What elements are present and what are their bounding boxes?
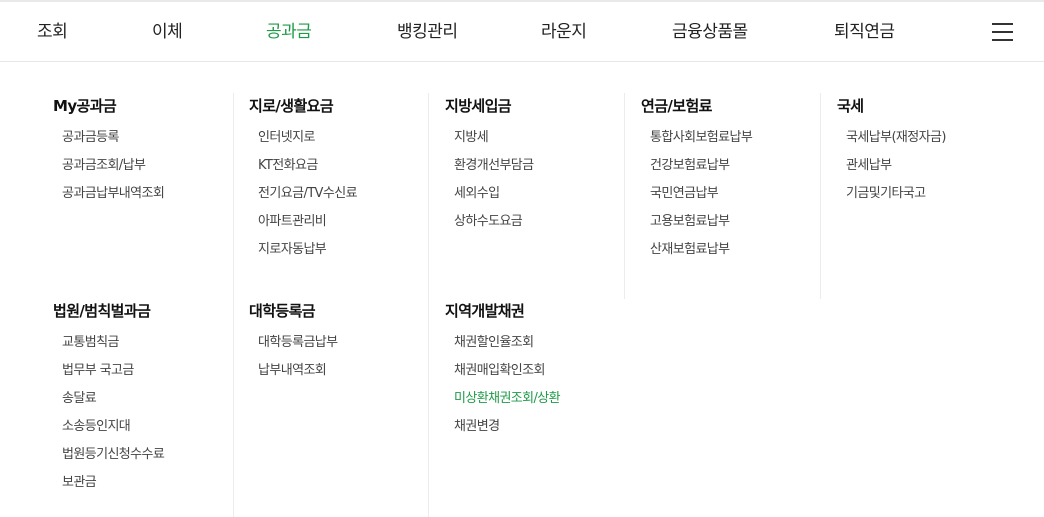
menu-group-title: 지역개발채권 xyxy=(445,302,525,320)
menu-group-title: 지방세입금 xyxy=(445,97,512,115)
menu-group-giro-living-fees: 지로/생활요금 인터넷지로 KT전화요금 전기요금/TV수신료 아파트관리비 지… xyxy=(249,95,439,264)
menu-group-title: My공과금 xyxy=(53,97,117,115)
menu-item-electricity-tv-fee[interactable]: 전기요금/TV수신료 xyxy=(258,180,439,208)
menu-item-kt-phone-fee[interactable]: KT전화요금 xyxy=(258,152,439,180)
menu-item-giro-auto-payment[interactable]: 지로자동납부 xyxy=(258,236,439,264)
menu-item-internet-giro[interactable]: 인터넷지로 xyxy=(258,124,439,152)
menu-item-employment-insurance[interactable]: 고용보험료납부 xyxy=(650,208,831,236)
menu-item-national-tax-payment[interactable]: 국세납부(재정자금) xyxy=(846,124,1027,152)
menu-item-tuition-payment[interactable]: 대학등록금납부 xyxy=(258,329,439,357)
nav-item-retirement-pension[interactable]: 퇴직연금 xyxy=(834,21,895,43)
mega-menu-panel: My공과금 공과금등록 공과금조회/납부 공과금납부내역조회 지로/생활요금 인… xyxy=(0,63,1044,517)
menu-item-apartment-fee[interactable]: 아파트관리비 xyxy=(258,208,439,236)
menu-item-registry-fee[interactable]: 법원등기신청수수료 xyxy=(62,441,243,469)
nav-item-transfer[interactable]: 이체 xyxy=(152,21,183,43)
menu-group-tuition: 대학등록금 대학등록금납부 납부내역조회 xyxy=(249,300,439,385)
menu-item-customs-payment[interactable]: 관세납부 xyxy=(846,152,1027,180)
menu-group-title: 지로/생활요금 xyxy=(249,97,334,115)
menu-item-water-fee[interactable]: 상하수도요금 xyxy=(454,208,635,236)
menu-group-title: 법원/범칙벌과금 xyxy=(53,302,151,320)
global-nav-bar: 조회 이체 공과금 뱅킹관리 라운지 금융상품몰 퇴직연금 xyxy=(0,2,1044,62)
menu-item-non-tax-revenue[interactable]: 세외수입 xyxy=(454,180,635,208)
menu-group-court-fines: 법원/범칙벌과금 교통범칙금 법무부 국고금 송달료 소송등인지대 법원등기신청… xyxy=(53,300,243,497)
menu-item-bill-inquiry-payment[interactable]: 공과금조회/납부 xyxy=(62,152,243,180)
menu-group-my-utility-bills: My공과금 공과금등록 공과금조회/납부 공과금납부내역조회 xyxy=(53,95,243,208)
menu-item-tuition-history[interactable]: 납부내역조회 xyxy=(258,357,439,385)
menu-item-traffic-fine[interactable]: 교통범칙금 xyxy=(62,329,243,357)
menu-item-payment-history[interactable]: 공과금납부내역조회 xyxy=(62,180,243,208)
menu-item-justice-treasury[interactable]: 법무부 국고금 xyxy=(62,357,243,385)
menu-group-title: 대학등록금 xyxy=(249,302,316,320)
menu-group-pension-insurance: 연금/보험료 통합사회보험료납부 건강보험료납부 국민연금납부 고용보험료납부 … xyxy=(641,95,831,264)
menu-item-deposit[interactable]: 보관금 xyxy=(62,469,243,497)
menu-item-bond-purchase-check[interactable]: 채권매입확인조회 xyxy=(454,357,635,385)
menu-group-local-tax: 지방세입금 지방세 환경개선부담금 세외수입 상하수도요금 xyxy=(445,95,635,236)
menu-item-environment-charge[interactable]: 환경개선부담금 xyxy=(454,152,635,180)
menu-group-regional-bonds: 지역개발채권 채권할인율조회 채권매입확인조회 미상환채권조회/상환 채권변경 xyxy=(445,300,635,441)
menu-item-stamp-fee[interactable]: 소송등인지대 xyxy=(62,413,243,441)
menu-group-title: 연금/보험료 xyxy=(641,97,712,115)
menu-item-health-insurance[interactable]: 건강보험료납부 xyxy=(650,152,831,180)
nav-item-financial-products-mall[interactable]: 금융상품몰 xyxy=(672,21,748,43)
nav-item-utility-bills[interactable]: 공과금 xyxy=(266,21,312,43)
menu-item-bond-change[interactable]: 채권변경 xyxy=(454,413,635,441)
menu-item-local-tax[interactable]: 지방세 xyxy=(454,124,635,152)
hamburger-menu-icon[interactable] xyxy=(992,22,1014,42)
menu-item-fund-treasury[interactable]: 기금및기타국고 xyxy=(846,180,1027,208)
nav-item-banking-management[interactable]: 뱅킹관리 xyxy=(397,21,458,43)
menu-item-service-fee[interactable]: 송달료 xyxy=(62,385,243,413)
menu-group-title: 국세 xyxy=(837,97,864,115)
menu-item-bond-discount-rate[interactable]: 채권할인율조회 xyxy=(454,329,635,357)
menu-item-integrated-insurance[interactable]: 통합사회보험료납부 xyxy=(650,124,831,152)
menu-item-register-bills[interactable]: 공과금등록 xyxy=(62,124,243,152)
nav-item-inquiry[interactable]: 조회 xyxy=(37,21,68,43)
menu-item-national-pension[interactable]: 국민연금납부 xyxy=(650,180,831,208)
nav-item-lounge[interactable]: 라운지 xyxy=(541,21,587,43)
menu-group-national-tax: 국세 국세납부(재정자금) 관세납부 기금및기타국고 xyxy=(837,95,1027,208)
menu-item-industrial-accident-insurance[interactable]: 산재보험료납부 xyxy=(650,236,831,264)
menu-item-unredeemed-bonds[interactable]: 미상환채권조회/상환 xyxy=(454,385,635,413)
